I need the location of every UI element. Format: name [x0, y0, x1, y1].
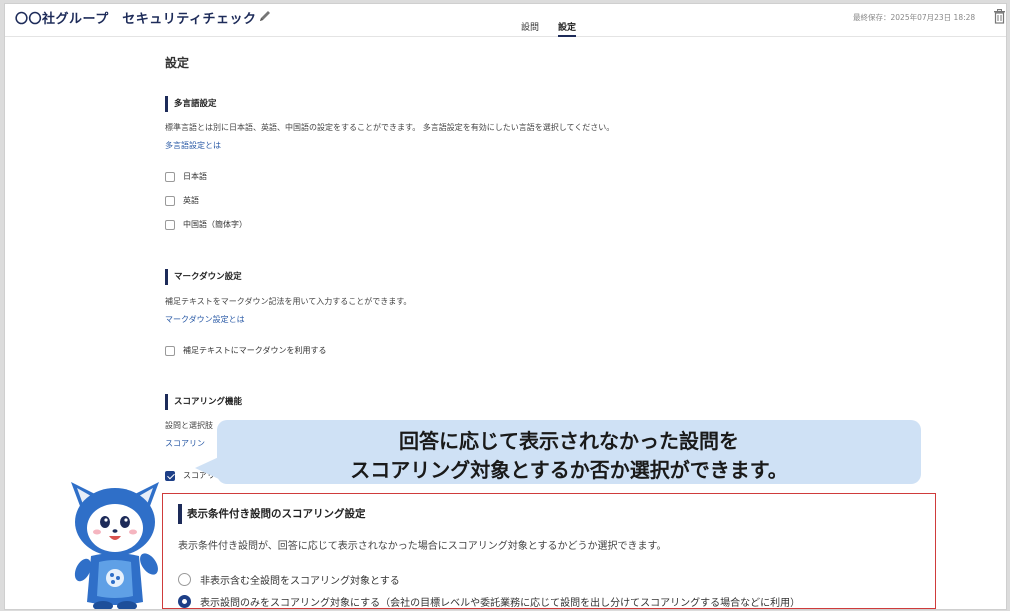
page-title: 設定 [165, 56, 190, 70]
checkbox-label: 中国語（簡体字） [183, 220, 247, 229]
trash-icon[interactable] [993, 9, 1006, 24]
conditional-scoring-panel: 表示条件付き設問のスコアリング設定 表示条件付き設問が、回答に応じて表示されなか… [162, 493, 936, 609]
radio-label: 非表示含む全設問をスコアリング対象とする [200, 576, 400, 587]
section-heading-markdown: マークダウン設定 [165, 269, 242, 285]
link-scoring-help[interactable]: スコアリン [165, 438, 205, 449]
radio-label: 表示設問のみをスコアリング対象にする（会社の目標レベルや委託業務に応じて設問を出… [200, 598, 801, 609]
panel-desc: 表示条件付き設問が、回答に応じて表示されなかった場合にスコアリング対象とするかど… [178, 541, 667, 552]
header-bar: 〇〇社グループ セキュリティチェック 設問 設定 最終保存：2025年07月23… [5, 4, 1006, 37]
checkbox-box[interactable] [165, 346, 175, 356]
checkbox-box[interactable] [165, 220, 175, 230]
checkbox-label: 英語 [183, 196, 199, 205]
checkbox-box[interactable] [165, 196, 175, 206]
last-saved-text: 最終保存：2025年07月23日 18:28 [853, 13, 976, 22]
radio-circle[interactable] [178, 573, 191, 586]
checkbox-label: 補足テキストにマークダウンを利用する [183, 346, 327, 355]
checkbox-box[interactable] [165, 172, 175, 182]
link-multilang-help[interactable]: 多言語設定とは [165, 140, 221, 151]
pencil-icon[interactable] [258, 9, 272, 23]
app-window: 〇〇社グループ セキュリティチェック 設問 設定 最終保存：2025年07月23… [4, 3, 1007, 610]
callout-bubble: 回答に応じて表示されなかった設問を スコアリング対象とするか否か選択ができます。 [217, 420, 921, 484]
checkbox-label: 日本語 [183, 172, 207, 181]
tab-settings[interactable]: 設定 [558, 20, 577, 37]
section-heading-multilang: 多言語設定 [165, 96, 217, 112]
section-desc-multilang: 標準言語とは別に日本語、英語、中国語の設定をすることができます。 多言語設定を有… [165, 123, 615, 132]
survey-title: 〇〇社グループ セキュリティチェック [15, 12, 257, 27]
section-desc-scoring: 設問と選択肢 [165, 421, 213, 430]
radio-circle-selected[interactable] [178, 595, 191, 608]
mascot-illustration [71, 482, 159, 609]
callout-line-2: スコアリング対象とするか否か選択ができます。 [350, 458, 788, 482]
link-markdown-help[interactable]: マークダウン設定とは [165, 314, 245, 325]
section-desc-markdown: 補足テキストをマークダウン記法を用いて入力することができます。 [165, 297, 412, 306]
panel-heading: 表示条件付き設問のスコアリング設定 [178, 504, 366, 524]
section-heading-scoring: スコアリング機能 [165, 394, 242, 410]
tab-questions[interactable]: 設問 [521, 20, 539, 33]
callout-line-1: 回答に応じて表示されなかった設問を [399, 429, 739, 453]
checkbox-box-checked[interactable] [165, 471, 175, 481]
